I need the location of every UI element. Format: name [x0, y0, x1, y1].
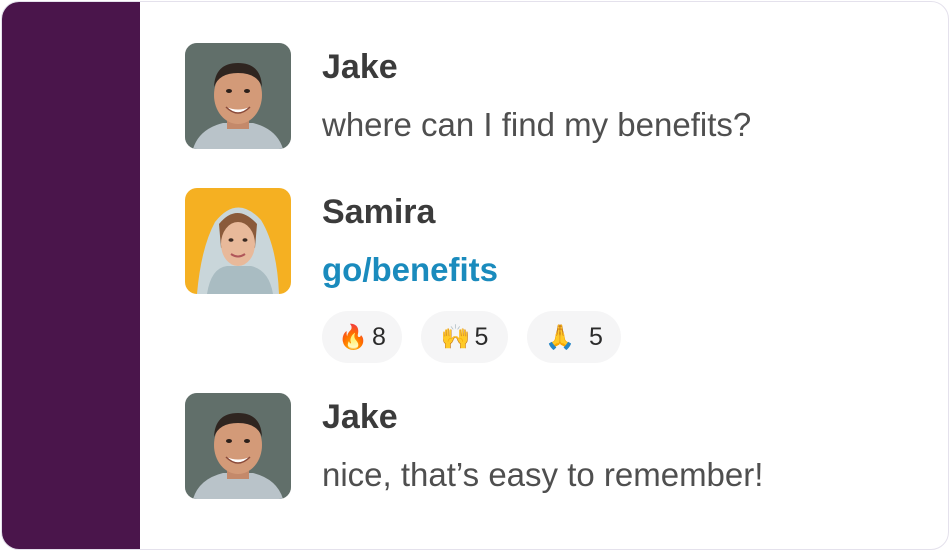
reaction-bar: 🔥 8 🙌 5 🙏 5 [322, 311, 640, 363]
fire-icon: 🔥 [338, 323, 368, 351]
workspace-sidebar [2, 2, 140, 549]
folded-hands-icon: 🙏 [545, 323, 575, 351]
reaction-count: 5 [588, 322, 603, 351]
message-author[interactable]: Jake [322, 397, 763, 437]
message-author[interactable]: Samira [322, 192, 498, 232]
benefits-link[interactable]: go/benefits [322, 251, 498, 288]
reaction-fire[interactable]: 🔥 8 [322, 311, 402, 363]
message-author[interactable]: Jake [322, 47, 751, 87]
chat-window: Jake where can I find my benefits? Samir… [1, 1, 949, 550]
raised-hands-icon: 🙌 [440, 323, 471, 351]
message-item: Jake nice, that’s easy to remember! [185, 393, 763, 499]
message-text: where can I find my benefits? [322, 106, 752, 143]
jake-avatar-image [185, 393, 291, 499]
avatar[interactable] [185, 393, 291, 499]
reaction-count: 8 [371, 322, 386, 351]
message-item: Samira go/benefits [185, 188, 498, 294]
samira-avatar-image [185, 188, 291, 294]
avatar[interactable] [185, 43, 291, 149]
reaction-count: 5 [474, 322, 489, 351]
reaction-folded-hands[interactable]: 🙏 5 [527, 311, 621, 363]
message-item: Jake where can I find my benefits? [185, 43, 751, 149]
reaction-raised-hands[interactable]: 🙌 5 [421, 311, 508, 363]
jake-avatar-image [185, 43, 291, 149]
message-text: nice, that’s easy to remember! [322, 456, 764, 493]
avatar[interactable] [185, 188, 291, 294]
